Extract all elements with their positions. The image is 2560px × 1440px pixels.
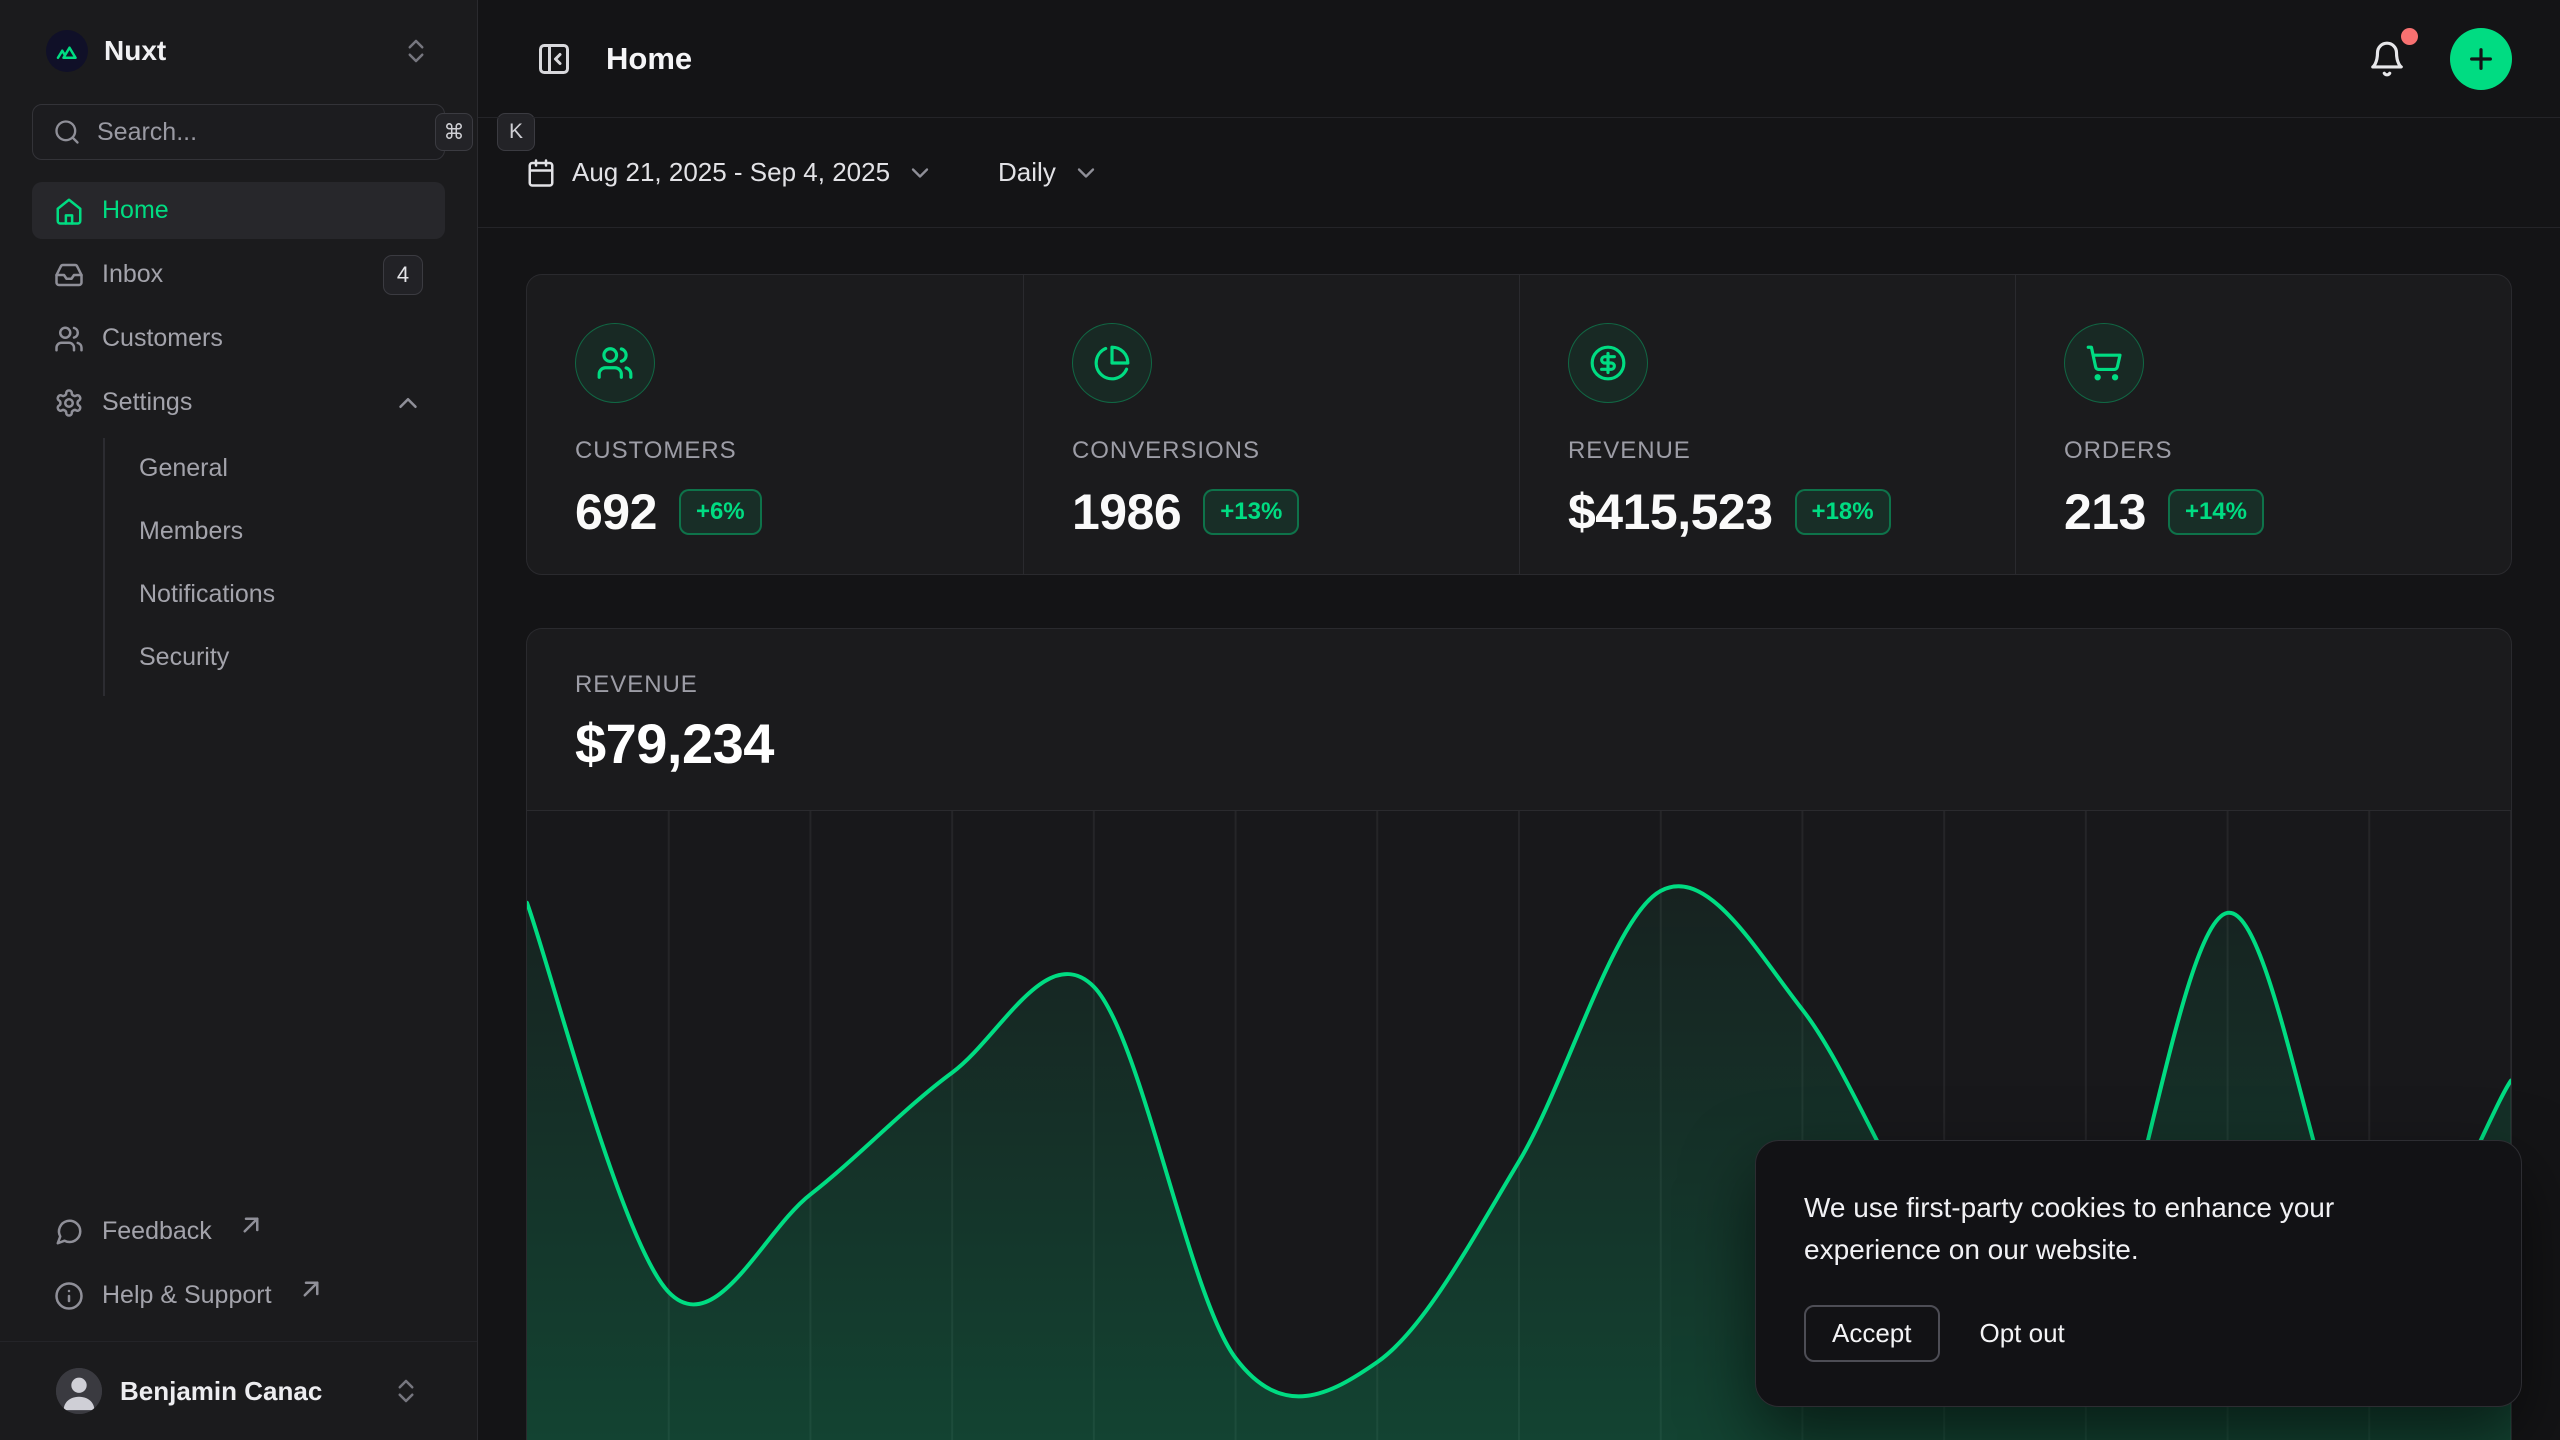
chevron-selector-icon [391,1376,421,1406]
sidebar-item-home[interactable]: Home [32,182,445,239]
sub-item-label: General [139,454,228,483]
topbar: Home [478,0,2560,118]
stat-label: CONVERSIONS [1072,437,1471,465]
search-input-wrapper[interactable]: ⌘ K [32,104,445,160]
users-icon [54,324,84,354]
info-circle-icon [54,1281,84,1311]
sidebar-item-label: Settings [102,388,192,417]
stat-conversions[interactable]: CONVERSIONS 1986 +13% [1023,275,1519,575]
dollar-circle-icon [1589,344,1627,382]
pie-chart-icon [1093,344,1131,382]
stat-value: 213 [2064,483,2146,541]
chevron-up-icon [393,388,423,418]
workspace-switcher[interactable]: Nuxt [32,0,445,98]
sidebar-item-settings[interactable]: Settings [32,374,445,431]
stat-revenue[interactable]: REVENUE $415,523 +18% [1519,275,2015,575]
stats-row: CUSTOMERS 692 +6% CONVERSIONS 1986 +13% [526,274,2512,575]
sidebar-item-label: Help & Support [102,1281,272,1310]
search-input[interactable] [97,118,419,147]
optout-cookies-button[interactable]: Opt out [1980,1307,2065,1360]
kbd-command: ⌘ [435,113,473,151]
sidebar-item-customers[interactable]: Customers [32,310,445,367]
stat-icon-circle [575,323,655,403]
notifications-button[interactable] [2358,30,2416,88]
sidebar-item-label: Customers [102,324,223,353]
stat-label: CUSTOMERS [575,437,975,465]
app-root: Nuxt ⌘ K Home Inbox 4 Customers [0,0,2560,1440]
sidebar-item-members[interactable]: Members [105,503,445,560]
stat-label: ORDERS [2064,437,2463,465]
user-menu[interactable]: Benjamin Canac [0,1341,477,1440]
cookie-banner: We use first-party cookies to enhance yo… [1755,1140,2522,1407]
panel-left-close-icon [536,41,572,77]
arrow-up-right-icon [236,1210,266,1240]
cookie-message: We use first-party cookies to enhance yo… [1804,1187,2404,1271]
revenue-chart-header: REVENUE $79,234 [527,629,2511,776]
sidebar-item-label: Feedback [102,1217,212,1246]
stat-customers[interactable]: CUSTOMERS 692 +6% [527,275,1023,575]
period-value: Daily [998,157,1056,188]
topbar-actions [2358,28,2512,90]
stat-icon-circle [1072,323,1152,403]
home-icon [54,196,84,226]
chevron-down-icon [906,159,934,187]
cart-icon [2085,344,2123,382]
chevron-selector-icon [401,36,431,66]
sub-item-label: Security [139,643,229,672]
notification-dot [2401,28,2418,45]
stat-value: 1986 [1072,483,1181,541]
nuxt-logo-icon [46,30,88,72]
bell-icon [2368,40,2406,78]
filter-bar: Aug 21, 2025 - Sep 4, 2025 Daily [478,118,2560,228]
sidebar: Nuxt ⌘ K Home Inbox 4 Customers [0,0,478,1440]
chat-bubble-icon [54,1217,84,1247]
users-icon [596,344,634,382]
sub-item-label: Members [139,517,243,546]
sidebar-item-feedback[interactable]: Feedback [32,1203,445,1260]
sidebar-item-label: Home [102,196,169,225]
date-range-value: Aug 21, 2025 - Sep 4, 2025 [572,157,890,188]
stat-delta-badge: +18% [1795,489,1891,535]
avatar [56,1368,102,1414]
revenue-chart-value: $79,234 [575,711,2463,776]
page-title: Home [606,41,692,77]
accept-cookies-button[interactable]: Accept [1804,1305,1940,1362]
sidebar-spacer [0,696,477,1203]
sidebar-item-security[interactable]: Security [105,629,445,686]
sidebar-nav: Home Inbox 4 Customers Settings General … [0,182,477,696]
revenue-chart-label: REVENUE [575,671,2463,699]
stat-label: REVENUE [1568,437,1967,465]
search-icon [53,118,81,146]
sidebar-item-notifications[interactable]: Notifications [105,566,445,623]
stat-delta-badge: +14% [2168,489,2264,535]
stat-delta-badge: +6% [679,489,762,535]
sidebar-item-general[interactable]: General [105,440,445,497]
stat-orders[interactable]: ORDERS 213 +14% [2015,275,2511,575]
arrow-up-right-icon [296,1274,326,1304]
inbox-icon [54,260,84,290]
sub-item-label: Notifications [139,580,275,609]
period-select[interactable]: Daily [998,157,1100,188]
stat-value: $415,523 [1568,483,1773,541]
stat-icon-circle [1568,323,1648,403]
settings-subnav: General Members Notifications Security [103,438,445,696]
cookie-actions: Accept Opt out [1804,1305,2473,1362]
calendar-icon [526,158,556,188]
user-name: Benjamin Canac [120,1376,373,1407]
sidebar-footer: Feedback Help & Support [0,1203,477,1341]
sidebar-item-help-support[interactable]: Help & Support [32,1267,445,1324]
workspace-name: Nuxt [104,35,385,67]
collapse-sidebar-button[interactable] [526,31,582,87]
stat-value: 692 [575,483,657,541]
sidebar-item-label: Inbox [102,260,163,289]
stat-icon-circle [2064,323,2144,403]
date-range-picker[interactable]: Aug 21, 2025 - Sep 4, 2025 [526,157,934,188]
sidebar-item-inbox[interactable]: Inbox 4 [32,246,445,303]
add-button[interactable] [2450,28,2512,90]
stat-delta-badge: +13% [1203,489,1299,535]
gear-icon [54,388,84,418]
chevron-down-icon [1072,159,1100,187]
plus-icon [2465,43,2497,75]
inbox-count-badge: 4 [383,255,423,295]
